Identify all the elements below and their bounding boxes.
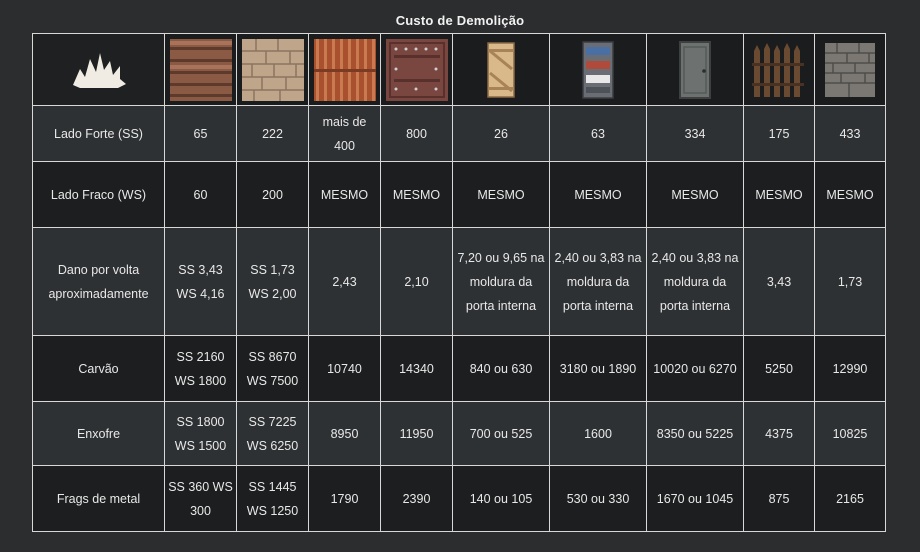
table-cell: SS 2160 WS 1800 xyxy=(164,335,237,402)
table-title: Custo de Demolição xyxy=(395,13,525,28)
explosion-icon xyxy=(68,39,130,101)
table-row: Lado Forte (SS) 65 222 mais de 400 800 2… xyxy=(32,105,886,162)
wood-gate-icon xyxy=(748,39,810,101)
table-cell: MESMO xyxy=(814,161,886,228)
table-cell: 7,20 ou 9,65 na moldura da porta interna xyxy=(452,227,550,336)
table-cell: SS 1445 WS 1250 xyxy=(236,465,309,532)
table-cell: SS 3,43 WS 4,16 xyxy=(164,227,237,336)
table-cell: 140 ou 105 xyxy=(452,465,550,532)
table-cell: 1790 xyxy=(308,465,381,532)
row-label: Enxofre xyxy=(32,401,165,466)
table-cell: MESMO xyxy=(743,161,815,228)
table-cell: 2,40 ou 3,83 na moldura da porta interna xyxy=(549,227,647,336)
row-label: Dano por volta aproximadamente xyxy=(32,227,165,336)
row-label: Lado Forte (SS) xyxy=(32,105,165,162)
table-row: Frags de metal SS 360 WS 300 SS 1445 WS … xyxy=(32,465,886,532)
table-cell: 14340 xyxy=(380,335,453,402)
table-cell: 26 xyxy=(452,105,550,162)
table-cell: mais de 400 xyxy=(308,105,381,162)
stone-gate-icon xyxy=(819,39,881,101)
armored-door-cell xyxy=(646,33,744,106)
table-cell: 60 xyxy=(164,161,237,228)
table-cell: 10740 xyxy=(308,335,381,402)
table-cell: 800 xyxy=(380,105,453,162)
table-cell: 2,43 xyxy=(308,227,381,336)
table-cell: SS 7225 WS 6250 xyxy=(236,401,309,466)
table-cell: 65 xyxy=(164,105,237,162)
wood-wall-cell xyxy=(164,33,237,106)
row-label: Lado Fraco (WS) xyxy=(32,161,165,228)
table-cell: 2,40 ou 3,83 na moldura da porta interna xyxy=(646,227,744,336)
table-row: Lado Fraco (WS) 60 200 MESMO MESMO MESMO… xyxy=(32,161,886,228)
armored-door-icon xyxy=(664,39,726,101)
table-cell: 10825 xyxy=(814,401,886,466)
table-cell: SS 8670 WS 7500 xyxy=(236,335,309,402)
table-cell: 175 xyxy=(743,105,815,162)
table-cell: 11950 xyxy=(380,401,453,466)
table-cell: MESMO xyxy=(452,161,550,228)
explosion-cell xyxy=(32,33,165,106)
table-cell: 8350 ou 5225 xyxy=(646,401,744,466)
row-label: Carvão xyxy=(32,335,165,402)
wood-door-icon xyxy=(470,39,532,101)
table-cell: 10020 ou 6270 xyxy=(646,335,744,402)
table-cell: 3,43 xyxy=(743,227,815,336)
sheet-metal-door-cell xyxy=(549,33,647,106)
wood-gate-cell xyxy=(743,33,815,106)
stone-gate-cell xyxy=(814,33,886,106)
armored-wall-cell xyxy=(380,33,453,106)
icon-row xyxy=(32,33,886,106)
table-cell: 8950 xyxy=(308,401,381,466)
stone-wall-cell xyxy=(236,33,309,106)
table-cell: 840 ou 630 xyxy=(452,335,550,402)
sheet-metal-door-icon xyxy=(567,39,629,101)
table-cell: 2,10 xyxy=(380,227,453,336)
table-cell: 4375 xyxy=(743,401,815,466)
table-cell: 2390 xyxy=(380,465,453,532)
table-cell: 530 ou 330 xyxy=(549,465,647,532)
table-cell: 1600 xyxy=(549,401,647,466)
table-cell: 222 xyxy=(236,105,309,162)
table-cell: 5250 xyxy=(743,335,815,402)
table-cell: 63 xyxy=(549,105,647,162)
table-cell: 875 xyxy=(743,465,815,532)
table-cell: 433 xyxy=(814,105,886,162)
table-cell: 334 xyxy=(646,105,744,162)
table-cell: 12990 xyxy=(814,335,886,402)
armored-wall-icon xyxy=(385,38,448,101)
table-row: Enxofre SS 1800 WS 1500 SS 7225 WS 6250 … xyxy=(32,401,886,466)
table-row: Dano por volta aproximadamente SS 3,43 W… xyxy=(32,227,886,336)
table-cell: MESMO xyxy=(646,161,744,228)
wood-door-cell xyxy=(452,33,550,106)
sheet-metal-wall-icon xyxy=(313,38,376,101)
table-cell: 1670 ou 1045 xyxy=(646,465,744,532)
table-cell: SS 1800 WS 1500 xyxy=(164,401,237,466)
stone-wall-icon xyxy=(241,38,304,101)
row-label: Frags de metal xyxy=(32,465,165,532)
table-row: Carvão SS 2160 WS 1800 SS 8670 WS 7500 1… xyxy=(32,335,886,402)
table-cell: SS 360 WS 300 xyxy=(164,465,237,532)
table-cell: MESMO xyxy=(308,161,381,228)
table-cell: 3180 ou 1890 xyxy=(549,335,647,402)
table-cell: 200 xyxy=(236,161,309,228)
sheet-metal-wall-cell xyxy=(308,33,381,106)
table-cell: MESMO xyxy=(549,161,647,228)
table-cell: SS 1,73 WS 2,00 xyxy=(236,227,309,336)
wood-wall-icon xyxy=(169,38,232,101)
table-cell: 2165 xyxy=(814,465,886,532)
table-cell: 700 ou 525 xyxy=(452,401,550,466)
table-cell: MESMO xyxy=(380,161,453,228)
demolition-cost-table: Lado Forte (SS) 65 222 mais de 400 800 2… xyxy=(32,33,886,532)
table-cell: 1,73 xyxy=(814,227,886,336)
